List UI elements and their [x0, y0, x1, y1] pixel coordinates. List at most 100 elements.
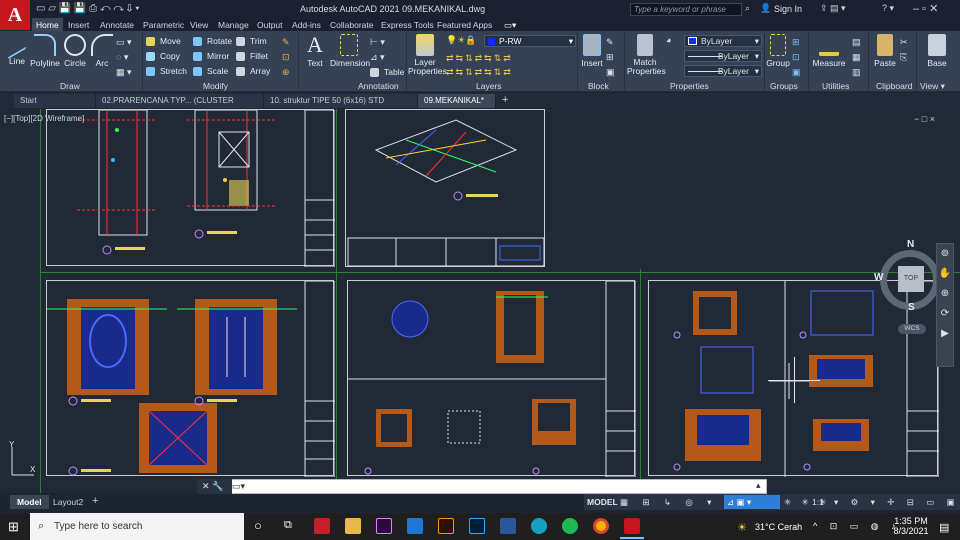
properties-panel-title[interactable]: Properties — [670, 81, 709, 92]
premiere-icon[interactable] — [376, 518, 392, 534]
weather-icon[interactable]: ☀ — [737, 521, 747, 534]
block-small-tools[interactable]: ✎ ⊞ ▣ — [606, 35, 615, 80]
photoshop-icon[interactable] — [469, 518, 485, 534]
compass-south-label[interactable]: S — [908, 302, 915, 313]
clock[interactable]: 1:35 PM 8/3/2021 — [891, 516, 931, 536]
taskbar-search-input[interactable]: Type here to search — [30, 513, 244, 540]
compass-north-label[interactable]: N — [907, 239, 914, 250]
quick-access-toolbar[interactable]: ▭ ▱ 💾 💾 ⎙ ↶ ↷ ⇩ ▾ — [36, 3, 140, 14]
ribbon-minimize-icon[interactable]: ▭▾ — [500, 18, 520, 32]
layer-dropdown[interactable]: P-RW ▾ — [484, 35, 576, 47]
color-wheel-icon[interactable]: ◕ — [666, 35, 671, 45]
modify-extra-tools[interactable]: ✎ ⊡ ⊕ — [282, 35, 290, 80]
polar-osnap-toggles[interactable]: ⊿ ▣ ▾ — [724, 495, 780, 509]
word-icon[interactable] — [500, 518, 516, 534]
status-tools[interactable]: ▾ ⚙ ▾ ✛ ⊟ ▭ ▣ ≡ — [834, 495, 960, 521]
tab-collaborate[interactable]: Collaborate — [326, 18, 377, 32]
utilities-panel-title[interactable]: Utilities — [822, 81, 849, 92]
user-icon[interactable]: 👤 — [760, 3, 771, 14]
utilities-small-tools[interactable]: ▤ ▦ ▥ — [852, 35, 861, 80]
dimension-button[interactable]: Dimension — [330, 34, 370, 68]
binoculars-icon[interactable]: ⌕ — [745, 3, 750, 14]
viewport-window-controls[interactable]: − □ × — [914, 114, 935, 124]
insert-button[interactable]: Insert — [580, 34, 604, 68]
line-button[interactable]: Line — [6, 34, 28, 66]
mirror-button[interactable]: Mirror — [193, 49, 229, 63]
game-icon[interactable] — [314, 518, 330, 534]
illustrator-icon[interactable] — [438, 518, 454, 534]
sign-in-link[interactable]: Sign In — [774, 4, 802, 14]
compass-west-label[interactable]: W — [874, 272, 883, 283]
rotate-button[interactable]: Rotate — [193, 34, 232, 48]
add-layout-icon[interactable]: + — [92, 495, 98, 507]
tab-insert[interactable]: Insert — [64, 18, 93, 32]
drawing-canvas[interactable]: Y X [−][Top][2D Wireframe] − □ × TOP N S… — [0, 109, 960, 493]
layer-state-icons[interactable]: 💡☀🔒 — [446, 35, 476, 46]
doc-tab-struktur[interactable]: 10. struktur TIPE 50 (6x16) STD CARICA* — [264, 94, 418, 119]
doc-tab-prarencana[interactable]: 02.PRARENCANA TYP... (CLUSTER CARICA)* — [96, 94, 264, 119]
new-tab-icon[interactable]: + — [502, 94, 508, 106]
color-dropdown[interactable]: ByLayer ▾ — [684, 35, 762, 47]
mail-icon[interactable] — [407, 518, 423, 534]
annotation-panel-title[interactable]: Annotation — [358, 81, 399, 92]
polyline-button[interactable]: Polyline — [30, 34, 60, 68]
tab-parametric[interactable]: Parametric — [139, 18, 188, 32]
tab-view[interactable]: View — [186, 18, 212, 32]
file-explorer-icon[interactable] — [345, 518, 361, 534]
steeringwheel-icon[interactable]: ⊚ — [937, 244, 953, 264]
stretch-button[interactable]: Stretch — [146, 64, 187, 78]
doc-tab-mekanikal[interactable]: 09.MEKANIKAL* — [418, 94, 496, 108]
weather-text[interactable]: 31°C Cerah — [755, 522, 802, 532]
base-button[interactable]: Base — [922, 34, 952, 68]
layer-tool-icons[interactable]: ⇄⇆⇅⇄⇆⇅⇄ ⇄⇆⇅⇄⇆⇅⇄ — [446, 51, 513, 79]
draw-small-tools[interactable]: ▭ ▾ ◌ ▾ ▦ ▾ — [116, 35, 132, 80]
task-view-icon[interactable]: ⧉ — [284, 519, 292, 532]
command-history-icon[interactable]: ▴ — [756, 480, 761, 491]
linetype-dropdown[interactable]: ByLayer ▾ — [684, 50, 762, 62]
move-button[interactable]: Move — [146, 34, 181, 48]
wcs-menu[interactable]: WCS — [898, 324, 926, 334]
layers-panel-title[interactable]: Layers — [476, 81, 502, 92]
autocad-logo-icon[interactable]: A — [0, 0, 30, 30]
notifications-icon[interactable]: ▤ — [939, 521, 949, 534]
view-panel-title[interactable]: View ▾ — [920, 81, 945, 92]
scale-button[interactable]: Scale — [193, 64, 228, 78]
text-button[interactable]: A Text — [302, 32, 328, 68]
cortana-icon[interactable]: ○ — [254, 518, 262, 533]
spotify-icon[interactable] — [562, 518, 578, 534]
windows-start-icon[interactable]: ⊞ — [8, 519, 19, 535]
autocad-taskbar-icon[interactable] — [624, 518, 640, 534]
paste-button[interactable]: Paste — [872, 34, 898, 68]
orbit-icon[interactable]: ⟳ — [937, 304, 953, 324]
tray-icons[interactable]: ^ ⊡ ▭ ◍ ♪ — [813, 521, 901, 532]
tab-output[interactable]: Output — [253, 18, 287, 32]
window-controls[interactable]: – ▫ ✕ — [913, 2, 938, 15]
pan-icon[interactable]: ✋ — [937, 264, 953, 284]
tab-featured-apps[interactable]: Featured Apps — [433, 18, 496, 32]
viewcube-top-face[interactable]: TOP — [898, 266, 924, 292]
tab-add-ins[interactable]: Add-ins — [288, 18, 325, 32]
fillet-button[interactable]: Fillet — [236, 49, 268, 63]
tab-annotate[interactable]: Annotate — [96, 18, 138, 32]
layer-properties-button[interactable]: Layer Properties — [408, 34, 447, 76]
annotation-scale[interactable]: 1:1 — [812, 495, 824, 509]
arc-button[interactable]: Arc — [90, 34, 114, 68]
group-small-tools[interactable]: ⊞ ⊡ ▣ — [792, 35, 801, 80]
viewport-controls-label[interactable]: [−][Top][2D Wireframe] — [4, 114, 84, 123]
copy-button[interactable]: Copy — [146, 49, 180, 63]
navigation-bar[interactable]: ⊚ ✋ ⊕ ⟳ ▶ — [936, 243, 954, 367]
modify-panel-title[interactable]: Modify — [203, 81, 228, 92]
chrome-icon[interactable] — [593, 518, 609, 534]
tab-manage[interactable]: Manage — [214, 18, 253, 32]
block-panel-title[interactable]: Block — [588, 81, 609, 92]
match-properties-button[interactable]: Match Properties — [627, 34, 666, 76]
drafting-toggles[interactable]: ▦ ⊞ ↳ ◎ ▾ — [620, 495, 717, 509]
layout-tab-layout2[interactable]: Layout2 — [46, 495, 90, 509]
annotation-small-tools[interactable]: ⊢ ▾ ⊿ ▾ — [370, 35, 385, 65]
lineweight-dropdown[interactable]: ByLayer ▾ — [684, 65, 762, 77]
help-icon[interactable]: ? ▾ — [882, 3, 894, 14]
table-button[interactable]: Table — [370, 65, 404, 79]
draw-panel-title[interactable]: Draw — [60, 81, 80, 92]
command-prompt-icon[interactable]: ▭▾ — [232, 481, 245, 492]
tab-home[interactable]: Home — [32, 18, 63, 32]
